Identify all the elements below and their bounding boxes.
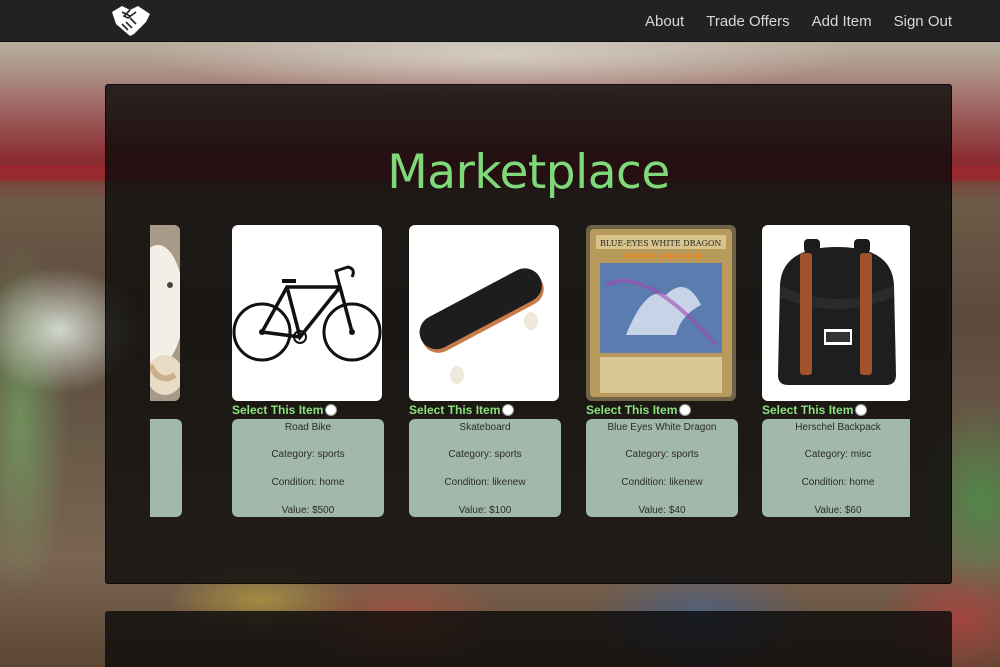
nav-links: About Trade Offers Add Item Sign Out bbox=[645, 0, 952, 42]
item-category: Category: sports bbox=[271, 449, 345, 460]
svg-text:BLUE-EYES WHITE DRAGON: BLUE-EYES WHITE DRAGON bbox=[600, 239, 721, 248]
item-info-dog: misc likenew bbox=[150, 419, 182, 517]
item-condition: Condition: likenew bbox=[444, 477, 526, 488]
trading-card-image[interactable]: BLUE-EYES WHITE DRAGON bbox=[586, 225, 736, 401]
select-item-label[interactable]: Select This Item bbox=[586, 403, 677, 417]
select-row: Select This Item bbox=[762, 402, 868, 418]
item-value: Value: $60 bbox=[814, 505, 862, 516]
select-row: Select This Item bbox=[232, 402, 338, 418]
item-condition: Condition: likenew bbox=[621, 477, 703, 488]
secondary-panel bbox=[105, 611, 952, 667]
item-carousel[interactable]: misc likenew Select This Item bbox=[150, 225, 910, 525]
item-info-herschel-backpack: Herschel Backpack Category: misc Conditi… bbox=[762, 419, 910, 517]
nav-add-item-link[interactable]: Add Item bbox=[812, 13, 872, 30]
item-value: Value: $100 bbox=[458, 505, 512, 516]
page-title: Marketplace bbox=[387, 145, 670, 200]
dog-photo[interactable] bbox=[150, 225, 180, 401]
select-item-radio[interactable] bbox=[679, 404, 692, 416]
bicycle-image[interactable] bbox=[232, 225, 382, 401]
item-name: Blue Eyes White Dragon bbox=[607, 422, 717, 433]
item-name: Road Bike bbox=[284, 422, 332, 433]
item-name: Herschel Backpack bbox=[795, 422, 881, 433]
nav-sign-out-link[interactable]: Sign Out bbox=[894, 13, 952, 30]
item-info-skateboard: Skateboard Category: sports Condition: l… bbox=[409, 419, 561, 517]
select-item-radio[interactable] bbox=[855, 404, 868, 416]
item-value: Value: $40 bbox=[638, 505, 686, 516]
item-condition: Condition: home bbox=[271, 477, 345, 488]
top-navbar: About Trade Offers Add Item Sign Out bbox=[0, 0, 1000, 42]
select-item-radio[interactable] bbox=[502, 404, 515, 416]
item-category: Category: sports bbox=[625, 449, 699, 460]
item-info-road-bike: Road Bike Category: sports Condition: ho… bbox=[232, 419, 384, 517]
nav-about-link[interactable]: About bbox=[645, 13, 684, 30]
item-value: Value: $500 bbox=[281, 505, 335, 516]
nav-trade-offers-link[interactable]: Trade Offers bbox=[706, 13, 789, 30]
skateboard-image[interactable] bbox=[409, 225, 559, 401]
select-item-radio[interactable] bbox=[325, 404, 338, 416]
marketplace-panel: Marketplace misc likenew bbox=[105, 84, 952, 584]
select-row: Select This Item bbox=[586, 402, 692, 418]
item-condition: Condition: home bbox=[801, 477, 875, 488]
item-name: Skateboard bbox=[459, 422, 511, 433]
item-category: Category: misc bbox=[804, 449, 872, 460]
select-row: Select This Item bbox=[409, 402, 515, 418]
backpack-image[interactable] bbox=[762, 225, 910, 401]
item-info-blue-eyes-white-dragon: Blue Eyes White Dragon Category: sports … bbox=[586, 419, 738, 517]
select-item-label[interactable]: Select This Item bbox=[232, 403, 323, 417]
item-category: Category: sports bbox=[448, 449, 522, 460]
handshake-icon[interactable] bbox=[108, 2, 154, 38]
select-item-label[interactable]: Select This Item bbox=[409, 403, 500, 417]
select-item-label[interactable]: Select This Item bbox=[762, 403, 853, 417]
